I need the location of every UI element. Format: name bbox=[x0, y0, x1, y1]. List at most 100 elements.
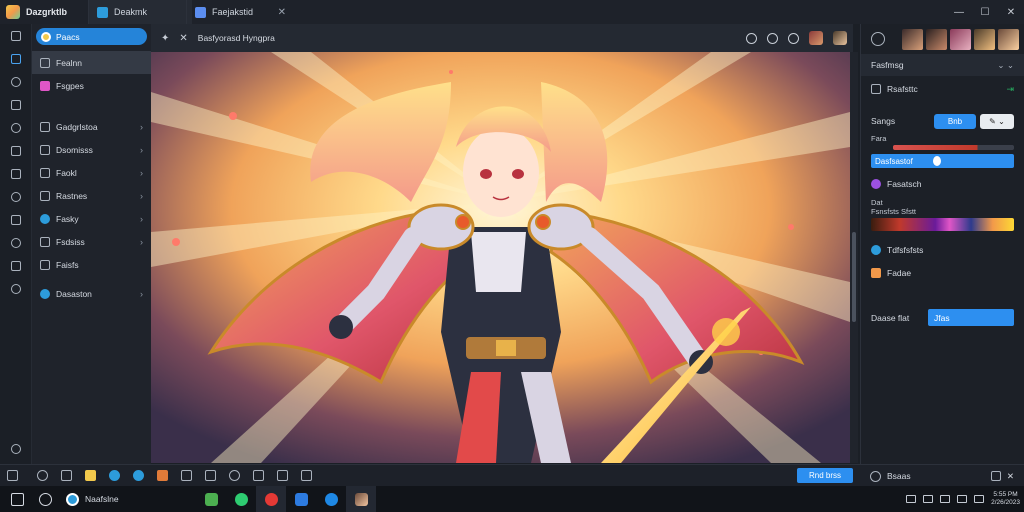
window-icon[interactable] bbox=[990, 471, 1001, 481]
rail-share-button[interactable] bbox=[0, 231, 32, 254]
sidebar-item-0[interactable]: Fealnn bbox=[32, 51, 151, 74]
tool-wrench[interactable] bbox=[270, 465, 294, 487]
selection-dropdown[interactable]: Dasfsastof bbox=[871, 154, 1014, 168]
tool-file[interactable] bbox=[54, 465, 78, 487]
tool-copy[interactable] bbox=[174, 465, 198, 487]
taskbar-app[interactable] bbox=[196, 486, 226, 512]
sidebar-item-1[interactable]: Fsgpes bbox=[32, 74, 151, 97]
taskbar-app[interactable] bbox=[256, 486, 286, 512]
network-icon[interactable] bbox=[957, 495, 968, 503]
app-icon bbox=[234, 492, 248, 506]
strength-slider[interactable] bbox=[893, 145, 1014, 150]
chevron-down-icon[interactable]: ⌄ ⌄ bbox=[997, 60, 1014, 71]
style-toggle[interactable]: Bnb ✎ ⌄ bbox=[934, 113, 1014, 129]
minimize-button[interactable]: — bbox=[946, 0, 972, 24]
tray-icon[interactable] bbox=[940, 495, 951, 503]
avatar[interactable] bbox=[833, 31, 847, 45]
tool-gamepad[interactable] bbox=[246, 465, 270, 487]
gradient-sublabel: Fsnsfsts Sfstt bbox=[871, 207, 917, 216]
system-tray: 5:55 PM 2/26/2023 bbox=[906, 486, 1020, 512]
rail-chat-button[interactable] bbox=[0, 93, 32, 116]
style-option-off[interactable]: ✎ ⌄ bbox=[980, 113, 1014, 129]
sidebar-search-pill[interactable]: Paacs bbox=[36, 28, 147, 45]
info-icon[interactable] bbox=[767, 32, 778, 44]
maximize-button[interactable]: ☐ bbox=[972, 0, 998, 24]
sidebar-item-5[interactable]: Rastnes › bbox=[32, 184, 151, 207]
tool-check[interactable] bbox=[294, 465, 318, 487]
rail-edit-button[interactable] bbox=[0, 162, 32, 185]
clock[interactable]: 5:55 PM 2/26/2023 bbox=[991, 491, 1020, 507]
rail-palette-button[interactable] bbox=[0, 208, 32, 231]
avatar[interactable] bbox=[809, 31, 823, 45]
user-icon[interactable] bbox=[871, 32, 885, 46]
scrollbar-thumb[interactable] bbox=[852, 232, 856, 322]
tab-document-1[interactable]: Deakmk bbox=[88, 0, 192, 24]
render-button[interactable]: Rnd brss bbox=[797, 468, 853, 483]
app-icon bbox=[354, 492, 368, 506]
rail-search-button[interactable] bbox=[0, 277, 32, 300]
tab-document-2[interactable]: Faejakstid ✕ bbox=[186, 0, 294, 24]
thumbnail[interactable] bbox=[974, 28, 995, 50]
pin-icon[interactable]: ✦ bbox=[161, 33, 169, 44]
thumbnail[interactable] bbox=[950, 28, 971, 50]
app-icon bbox=[204, 492, 218, 506]
thumbnail[interactable] bbox=[998, 28, 1019, 50]
start-button[interactable] bbox=[6, 488, 28, 510]
tool-edge[interactable] bbox=[126, 465, 150, 487]
rail-history-button[interactable] bbox=[0, 70, 32, 93]
canvas-scrollbar[interactable] bbox=[850, 52, 858, 463]
taskbar-app[interactable] bbox=[316, 486, 346, 512]
hand-icon bbox=[156, 470, 168, 481]
taskbar-app[interactable] bbox=[286, 486, 316, 512]
taskbar-search-button[interactable] bbox=[34, 488, 56, 510]
apply-button[interactable]: Jfas bbox=[928, 309, 1014, 326]
rail-book-button[interactable] bbox=[0, 254, 32, 277]
thumbnail[interactable] bbox=[926, 28, 947, 50]
tool-browser[interactable] bbox=[102, 465, 126, 487]
tray-icon[interactable] bbox=[906, 495, 917, 503]
close-icon[interactable]: ✕ bbox=[179, 33, 187, 44]
sidebar-item-9[interactable]: Dasaston › bbox=[32, 282, 151, 305]
rail-expand-button[interactable] bbox=[0, 24, 32, 47]
help-icon[interactable] bbox=[788, 32, 799, 44]
panel-header[interactable]: Fasfmsg ⌄ ⌄ bbox=[861, 54, 1024, 76]
close-window-button[interactable]: ✕ bbox=[998, 0, 1024, 24]
tray-icon[interactable] bbox=[923, 495, 934, 503]
effect-row-1[interactable]: Fasatsch bbox=[861, 172, 1024, 196]
sidebar-item-label: Gadgrlstoa bbox=[56, 121, 98, 132]
tool-chrome[interactable] bbox=[222, 465, 246, 487]
style-option-on[interactable]: Bnb bbox=[934, 113, 976, 129]
rail-box-button[interactable] bbox=[0, 139, 32, 162]
sidebar-item-7[interactable]: Fsdsiss › bbox=[32, 230, 151, 253]
gradient-preview[interactable] bbox=[871, 218, 1014, 231]
artwork-canvas[interactable] bbox=[151, 52, 850, 463]
chevron-right-icon: › bbox=[140, 121, 143, 132]
effect-row-2[interactable]: Tdfsfsfsts bbox=[861, 237, 1024, 263]
taskbar-search[interactable]: Naafslne bbox=[66, 492, 176, 506]
sidebar-item-3[interactable]: Dsomisss › bbox=[32, 138, 151, 161]
tool-hand[interactable] bbox=[150, 465, 174, 487]
search-icon[interactable] bbox=[746, 32, 757, 44]
layers-icon bbox=[40, 57, 50, 68]
tool-circle[interactable] bbox=[30, 465, 54, 487]
tool-folder[interactable] bbox=[78, 465, 102, 487]
sidebar-item-6[interactable]: Fasky › bbox=[32, 207, 151, 230]
rail-info-button[interactable] bbox=[0, 437, 32, 460]
rail-home-button[interactable] bbox=[0, 47, 32, 70]
sidebar-item-2[interactable]: Gadgrlstoa › bbox=[32, 115, 151, 138]
effect-row-3[interactable]: Fadae bbox=[861, 263, 1024, 283]
tool-image[interactable] bbox=[198, 465, 222, 487]
tab-close-icon[interactable]: ✕ bbox=[278, 7, 286, 18]
sidebar-item-4[interactable]: Faokl › bbox=[32, 161, 151, 184]
style-row: Sangs Bnb ✎ ⌄ bbox=[861, 112, 1024, 130]
thumbnail[interactable] bbox=[902, 28, 923, 50]
preset-row[interactable]: Rsafsttc ⇥ bbox=[861, 76, 1024, 102]
tool-shuffle[interactable] bbox=[0, 465, 24, 487]
volume-icon[interactable] bbox=[974, 495, 985, 503]
taskbar-app[interactable] bbox=[346, 486, 376, 512]
taskbar-app[interactable] bbox=[226, 486, 256, 512]
sidebar-item-8[interactable]: Faisfs bbox=[32, 253, 151, 276]
rail-tag-button[interactable] bbox=[0, 185, 32, 208]
close-icon[interactable]: ✕ bbox=[1007, 471, 1014, 482]
rail-link-button[interactable] bbox=[0, 116, 32, 139]
